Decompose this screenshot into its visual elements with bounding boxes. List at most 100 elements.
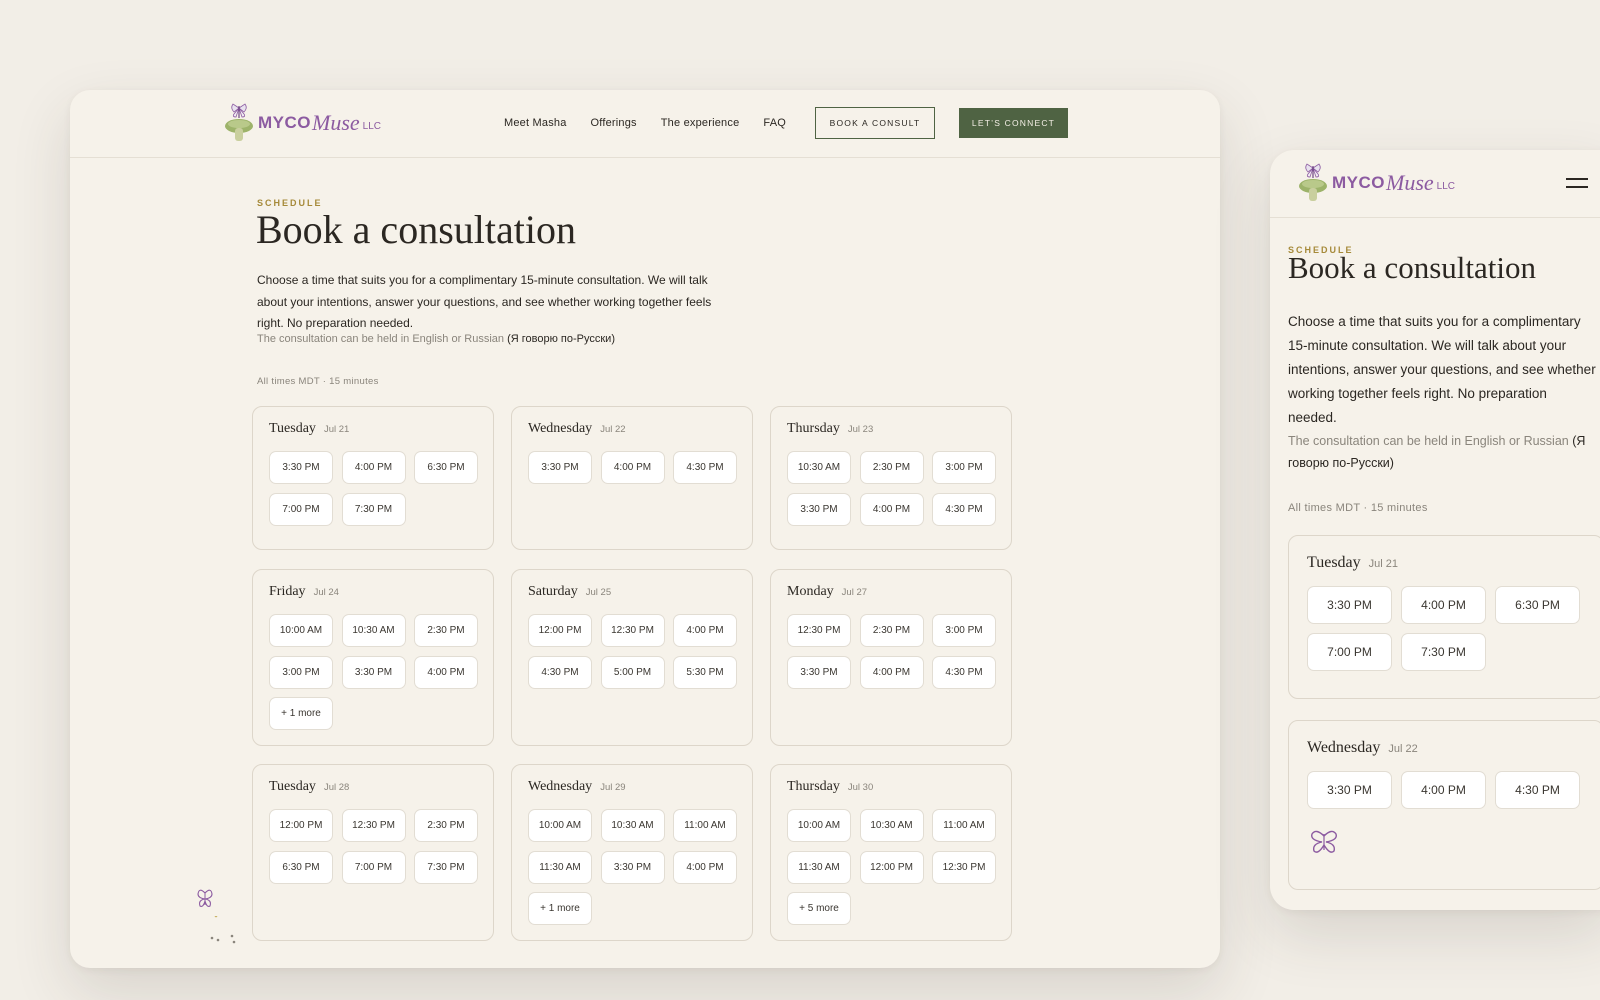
time-slot-button[interactable]: 10:00 AM <box>528 809 592 842</box>
day-card: Wednesday Jul 29 10:00 AM 10:30 AM 11:00 AM 1… <box>511 764 753 941</box>
mobile-site-logo[interactable]: MYCO Muse LLC <box>1296 162 1455 204</box>
time-slot-button[interactable]: 3:30 PM <box>528 451 592 484</box>
time-slot-button[interactable]: 11:00 AM <box>932 809 996 842</box>
time-slot-button[interactable]: 3:30 PM <box>787 655 851 689</box>
time-slot-button[interactable]: 10:00 AM <box>787 809 851 842</box>
butterfly-icon <box>197 889 213 907</box>
nav-faq[interactable]: FAQ <box>763 117 786 129</box>
nav-offerings[interactable]: Offerings <box>591 117 637 129</box>
time-slot-button[interactable]: 4:00 PM <box>1401 586 1486 624</box>
logo-muse: Muse <box>312 110 360 135</box>
time-slot-button[interactable]: 4:00 PM <box>600 451 665 484</box>
time-slot-button[interactable]: 12:30 PM <box>341 809 406 842</box>
time-slot-button[interactable]: 3:30 PM <box>341 655 406 689</box>
time-slot-button[interactable]: 3:30 PM <box>1307 771 1392 809</box>
day-header: Wednesday Jul 22 <box>1307 739 1418 757</box>
time-slot-button[interactable]: 4:30 PM <box>932 655 996 689</box>
day-date: Jul 23 <box>847 424 874 435</box>
time-slot-button[interactable]: 7:30 PM <box>1401 633 1486 671</box>
day-name: Wednesday <box>528 421 593 436</box>
day-date: Jul 25 <box>585 587 612 598</box>
time-slot-button[interactable]: 10:30 AM <box>787 451 851 484</box>
day-date: Jul 29 <box>600 782 626 793</box>
time-slot-button[interactable]: 12:00 PM <box>859 850 924 884</box>
book-consult-button[interactable]: BOOK A CONSULT <box>815 107 935 139</box>
time-slot-button[interactable]: 11:30 AM <box>787 850 851 884</box>
time-slot-button[interactable]: 12:30 PM <box>600 614 665 647</box>
logo-muse: Muse <box>1386 170 1434 195</box>
time-slot-button[interactable]: 3:30 PM <box>787 492 851 526</box>
day-card: Wednesday Jul 22 3:30 PM 4:00 PM 4:30 PM <box>1288 720 1600 890</box>
day-date: Jul 21 <box>323 424 350 435</box>
time-slot-button[interactable]: 2:30 PM <box>859 614 924 647</box>
day-header: Wednesday Jul 29 <box>528 779 626 795</box>
time-slot-button[interactable]: 4:00 PM <box>673 614 737 647</box>
mushroom-butterfly-logo-icon <box>225 103 253 141</box>
time-slot-button[interactable]: 3:30 PM <box>1307 586 1392 624</box>
lets-connect-button[interactable]: LET’S CONNECT <box>959 108 1068 138</box>
time-slot-button[interactable]: 4:00 PM <box>859 492 924 526</box>
day-card: Saturday Jul 25 12:00 PM 12:30 PM 4:00 PM 4:3… <box>511 569 753 746</box>
more-slots-button[interactable]: + 1 more <box>528 892 592 925</box>
logo-llc: LLC <box>362 121 382 132</box>
time-slot-button[interactable]: 3:30 PM <box>269 451 333 484</box>
time-slot-button[interactable]: 11:00 AM <box>673 809 737 842</box>
time-slot-button[interactable]: 3:00 PM <box>269 655 333 689</box>
time-slot-button[interactable]: 3:00 PM <box>932 614 996 647</box>
hamburger-menu-icon[interactable] <box>1566 178 1588 190</box>
time-slot-button[interactable]: 4:30 PM <box>528 655 592 689</box>
time-slot-button[interactable]: 2:30 PM <box>414 809 478 842</box>
time-slot-button[interactable]: 4:00 PM <box>341 451 406 484</box>
time-slot-button[interactable]: 2:30 PM <box>859 451 924 484</box>
time-slot-button[interactable]: 6:30 PM <box>269 850 333 884</box>
timezone-duration-note: All times MDT · 15 minutes <box>257 376 379 387</box>
site-header: MYCO Muse LLC Meet Masha Offerings The e… <box>70 90 1220 158</box>
time-slot-button[interactable]: 7:00 PM <box>1307 633 1392 671</box>
day-date: Jul 28 <box>323 782 350 793</box>
time-slot-button[interactable]: 4:00 PM <box>859 655 924 689</box>
time-slot-button[interactable]: 10:30 AM <box>859 809 924 842</box>
time-slot-button[interactable]: 4:30 PM <box>932 492 996 526</box>
time-slot-button[interactable]: 4:30 PM <box>1495 771 1580 809</box>
time-slot-button[interactable]: 2:30 PM <box>414 614 478 647</box>
day-card: Monday Jul 27 12:30 PM 2:30 PM 3:00 PM 3:30 P… <box>770 569 1012 746</box>
time-slot-button[interactable]: 12:30 PM <box>932 850 996 884</box>
time-slot-button[interactable]: 12:00 PM <box>528 614 592 647</box>
main-nav: Meet Masha Offerings The experience FAQ <box>504 117 786 129</box>
day-card: Tuesday Jul 28 12:00 PM 12:30 PM 2:30 PM 6:30… <box>252 764 494 941</box>
time-slot-button[interactable]: 6:30 PM <box>1495 586 1580 624</box>
time-slot-button[interactable]: 7:30 PM <box>414 850 478 884</box>
time-slot-button[interactable]: 6:30 PM <box>414 451 478 484</box>
time-slot-button[interactable]: 10:30 AM <box>341 614 406 647</box>
nav-meet-masha[interactable]: Meet Masha <box>504 117 567 129</box>
day-name: Tuesday <box>269 421 316 436</box>
time-slot-button[interactable]: 4:00 PM <box>414 655 478 689</box>
time-slot-button[interactable]: 3:00 PM <box>932 451 996 484</box>
mobile-header: MYCO Muse LLC <box>1270 150 1600 218</box>
time-slot-button[interactable]: 12:30 PM <box>787 614 851 647</box>
page-title: Book a consultation <box>256 207 576 252</box>
time-slot-button[interactable]: 5:30 PM <box>673 655 737 689</box>
site-logo[interactable]: MYCO Muse LLC <box>222 102 381 144</box>
time-slot-button[interactable]: 4:30 PM <box>673 451 737 484</box>
time-slot-button[interactable]: 10:00 AM <box>269 614 333 647</box>
time-slot-button[interactable]: 3:30 PM <box>600 850 665 884</box>
day-date: Jul 30 <box>847 782 874 793</box>
decorative-dots <box>210 916 236 944</box>
day-header: Thursday Jul 23 <box>787 421 873 437</box>
time-slot-button[interactable]: 11:30 AM <box>528 850 592 884</box>
time-slot-button[interactable]: 4:00 PM <box>673 850 737 884</box>
nav-the-experience[interactable]: The experience <box>661 117 740 129</box>
more-slots-button[interactable]: + 1 more <box>269 697 333 730</box>
day-card: Thursday Jul 23 10:30 AM 2:30 PM 3:00 PM 3:30… <box>770 406 1012 550</box>
time-slot-button[interactable]: 7:00 PM <box>341 850 406 884</box>
time-slot-button[interactable]: 4:00 PM <box>1401 771 1486 809</box>
time-slot-button[interactable]: 12:00 PM <box>269 809 333 842</box>
day-date: Jul 22 <box>1388 743 1418 755</box>
more-slots-button[interactable]: + 5 more <box>787 892 851 925</box>
time-slot-button[interactable]: 7:00 PM <box>269 492 333 526</box>
time-slot-button[interactable]: 7:30 PM <box>341 492 406 526</box>
time-slot-button[interactable]: 10:30 AM <box>600 809 665 842</box>
day-header: Thursday Jul 30 <box>787 779 873 795</box>
time-slot-button[interactable]: 5:00 PM <box>600 655 665 689</box>
